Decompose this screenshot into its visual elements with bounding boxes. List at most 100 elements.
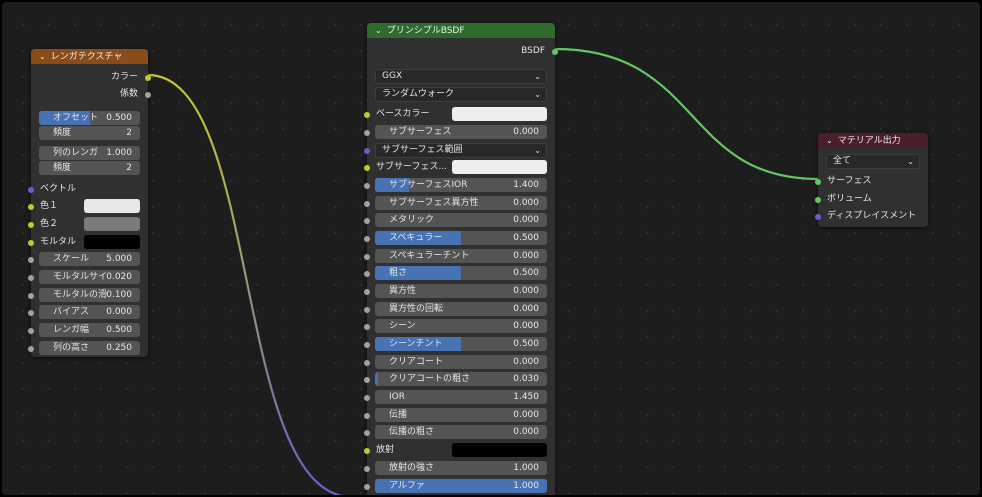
color-swatch[interactable] [451, 160, 547, 174]
value-slider[interactable]: レンガ幅 0.500 [39, 323, 140, 337]
input-socket-icon[interactable] [28, 309, 34, 316]
input-socket-icon[interactable] [364, 429, 370, 436]
dropdown-select[interactable]: 全て ⌄ [826, 154, 920, 169]
input-socket-icon[interactable] [28, 239, 34, 246]
input-socket-icon[interactable] [364, 323, 370, 330]
value-slider[interactable]: サブサーフェス異方性 0.000 [375, 196, 547, 210]
node-row-slider[interactable]: 伝播 0.000 [364, 408, 555, 423]
input-socket-icon[interactable] [364, 147, 370, 154]
value-slider[interactable]: クリアコート 0.000 [375, 355, 547, 369]
node-row-select[interactable]: GGX ⌄ [367, 69, 555, 84]
node-row-slider[interactable]: クリアコート 0.000 [364, 355, 555, 370]
color-swatch[interactable] [83, 199, 140, 213]
node-row-slider[interactable]: 放射の強さ 1.000 [364, 461, 555, 476]
value-slider[interactable]: 頻度 2 [39, 126, 140, 140]
input-socket-icon[interactable] [28, 186, 34, 193]
input-socket-icon[interactable] [28, 345, 34, 352]
link-brick-color[interactable] [147, 73, 352, 495]
node-row-slider[interactable]: 頻度 2 [31, 126, 148, 141]
node-row-color[interactable]: 放射 [364, 443, 555, 458]
input-socket-icon[interactable] [815, 196, 821, 203]
node-row-color[interactable]: 色１ [28, 199, 148, 214]
input-socket-icon[interactable] [364, 465, 370, 472]
value-slider[interactable]: 放射の強さ 1.000 [375, 461, 547, 475]
input-socket-icon[interactable] [815, 178, 821, 185]
node-row-slider[interactable]: 列の高さ 0.250 [28, 341, 148, 356]
value-slider[interactable]: 伝播 0.000 [375, 408, 547, 422]
node-row-slider[interactable]: メタリック 0.000 [364, 213, 555, 228]
node-row-select[interactable]: 全て ⌄ [818, 154, 928, 169]
value-slider[interactable]: シーンチント 0.500 [375, 337, 547, 351]
input-socket-icon[interactable] [364, 359, 370, 366]
input-socket-icon[interactable] [364, 394, 370, 401]
value-slider[interactable]: IOR 1.450 [375, 390, 547, 404]
value-slider[interactable]: アルファ 1.000 [375, 479, 547, 493]
node-header[interactable]: ⌄ レンガテクスチャ [31, 49, 148, 64]
input-socket-icon[interactable] [364, 164, 370, 171]
input-socket-icon[interactable] [28, 256, 34, 263]
node-row-slider[interactable]: モルタルサイ 0.020 [28, 270, 148, 285]
node-row-slider[interactable]: IOR 1.450 [364, 390, 555, 405]
input-socket-icon[interactable] [364, 182, 370, 189]
input-socket-icon[interactable] [364, 341, 370, 348]
brick-texture-node[interactable]: ⌄ レンガテクスチャ カラー 係数 オフセット 0.500 頻度 2 列のレンガ 1.000 頻度 2… [28, 49, 151, 357]
node-row-slider[interactable]: サブサーフェスIOR 1.400 [364, 178, 555, 193]
node-row-color[interactable]: ベースカラー [364, 107, 555, 122]
node-row-slider[interactable]: 粗さ 0.500 [364, 266, 555, 281]
input-socket-icon[interactable] [364, 200, 370, 207]
node-row-color[interactable]: モルタル [28, 235, 148, 250]
value-slider[interactable]: クリアコートの粗さ 0.030 [375, 372, 547, 386]
node-row-slider[interactable]: サブサーフェス 0.000 [364, 125, 555, 140]
dropdown-select[interactable]: GGX ⌄ [375, 69, 547, 84]
value-slider[interactable]: モルタルサイ 0.020 [39, 270, 140, 284]
input-socket-icon[interactable] [364, 111, 370, 118]
input-socket-icon[interactable] [364, 129, 370, 136]
value-slider[interactable]: 頻度 2 [39, 161, 140, 175]
value-slider[interactable]: モルタルの滑 0.100 [39, 288, 140, 302]
value-slider[interactable]: スペキュラーチント 0.000 [375, 249, 547, 263]
value-slider[interactable]: スペキュラー 0.500 [375, 231, 547, 245]
node-row-slider[interactable]: 異方性の回転 0.000 [364, 302, 555, 317]
value-slider[interactable]: メタリック 0.000 [375, 213, 547, 227]
chevron-down-icon[interactable]: ⌄ [375, 23, 382, 38]
node-row-slider[interactable]: スペキュラー 0.500 [364, 231, 555, 246]
input-socket-icon[interactable] [28, 292, 34, 299]
node-row-slider[interactable]: スケール 5.000 [28, 252, 148, 267]
node-row-slider[interactable]: レンガ幅 0.500 [28, 323, 148, 338]
node-row-slider[interactable]: 異方性 0.000 [364, 284, 555, 299]
input-socket-icon[interactable] [364, 253, 370, 260]
output-socket-icon[interactable] [145, 91, 151, 98]
input-socket-icon[interactable] [28, 221, 34, 228]
node-editor-canvas[interactable]: ⌄ レンガテクスチャ カラー 係数 オフセット 0.500 頻度 2 列のレンガ 1.000 頻度 2… [2, 2, 980, 495]
output-socket-icon[interactable] [552, 48, 558, 55]
value-slider[interactable]: 列の高さ 0.250 [39, 341, 140, 355]
material-output-node[interactable]: ⌄ マテリアル出力 全て ⌄ サーフェス ボリューム ディスプレイスメント [815, 133, 928, 227]
node-row-slider[interactable]: シーンチント 0.500 [364, 337, 555, 352]
value-slider[interactable]: シーン 0.000 [375, 319, 547, 333]
value-slider[interactable]: 異方性 0.000 [375, 284, 547, 298]
color-swatch[interactable] [451, 443, 547, 457]
node-row-slider[interactable]: シーン 0.000 [364, 319, 555, 334]
input-socket-icon[interactable] [364, 270, 370, 277]
input-socket-icon[interactable] [364, 288, 370, 295]
node-row-select[interactable]: ランダムウォーク ⌄ [367, 87, 555, 102]
value-slider[interactable]: バイアス 0.000 [39, 305, 140, 319]
input-socket-icon[interactable] [364, 412, 370, 419]
dropdown-select[interactable]: サブサーフェス範囲 ⌄ [375, 143, 547, 158]
color-swatch[interactable] [83, 217, 140, 231]
value-slider[interactable]: オフセット 0.500 [39, 111, 140, 125]
input-socket-icon[interactable] [28, 274, 34, 281]
chevron-down-icon[interactable]: ⌄ [39, 49, 46, 64]
node-row-slider[interactable]: 伝播の粗さ 0.000 [364, 425, 555, 440]
output-socket-icon[interactable] [145, 74, 151, 81]
node-row-color[interactable]: サブサーフェス... [364, 160, 555, 175]
node-row-slider[interactable]: スペキュラーチント 0.000 [364, 249, 555, 264]
input-socket-icon[interactable] [364, 217, 370, 224]
value-slider[interactable]: スケール 5.000 [39, 252, 140, 266]
node-row-slider[interactable]: 列のレンガ 1.000 [31, 146, 148, 161]
value-slider[interactable]: サブサーフェスIOR 1.400 [375, 178, 547, 192]
input-socket-icon[interactable] [364, 376, 370, 383]
node-row-slider[interactable]: オフセット 0.500 [31, 111, 148, 126]
value-slider[interactable]: 異方性の回転 0.000 [375, 302, 547, 316]
input-socket-icon[interactable] [28, 203, 34, 210]
